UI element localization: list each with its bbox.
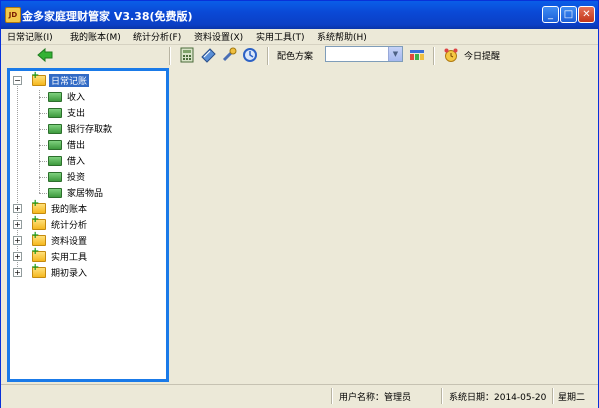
tree-node-label: 收入	[67, 93, 86, 103]
ledger-icon	[48, 108, 62, 118]
toolbar-separator	[267, 47, 269, 65]
tree-node-income[interactable]: 收入	[10, 89, 166, 105]
tree-connector	[39, 113, 47, 114]
tree-node-label: 期初录入	[51, 269, 88, 279]
back-arrow-icon[interactable]	[37, 47, 53, 63]
menu-bar: 日常记账(I) 我的账本(M) 统计分析(F) 资料设置(X) 实用工具(T) …	[1, 29, 598, 45]
main-content-area	[173, 68, 597, 382]
tree-node-expense[interactable]: 支出	[10, 105, 166, 121]
menu-statistics[interactable]: 统计分析(F)	[133, 30, 181, 43]
folder-icon: +	[31, 263, 46, 278]
tree-node-daily-accounting[interactable]: − + 日常记账	[10, 71, 166, 89]
folder-icon: +	[31, 231, 46, 246]
ledger-icon	[48, 140, 62, 150]
status-separator	[552, 388, 554, 404]
app-window: JD 金多家庭理财管家 V3.38(免费版) _ □ ✕ 日常记账(I) 我的账…	[0, 0, 599, 408]
tree-node-label: 我的账本	[51, 205, 88, 215]
status-user: 用户名称：管理员	[339, 393, 412, 403]
tree-connector	[39, 177, 47, 178]
tree-node-bank[interactable]: 银行存取款	[10, 121, 166, 137]
tree-node-label: 家居物品	[67, 189, 104, 199]
expand-icon[interactable]: +	[13, 268, 22, 277]
menu-my-ledger[interactable]: 我的账本(M)	[70, 30, 121, 43]
tools-icon[interactable]	[221, 47, 237, 63]
maximize-button[interactable]: □	[560, 6, 577, 23]
tree-node-label: 借出	[67, 141, 86, 151]
folder-icon: +	[31, 71, 46, 86]
notebook-icon[interactable]	[200, 47, 216, 63]
ledger-icon	[48, 188, 62, 198]
folder-icon: +	[31, 199, 46, 214]
expand-icon[interactable]: +	[13, 252, 22, 261]
today-reminder-label[interactable]: 今日提醒	[464, 49, 500, 62]
menu-daily-accounting[interactable]: 日常记账(I)	[7, 30, 53, 43]
tree-connector	[39, 129, 47, 130]
color-scheme-label: 配色方案	[277, 52, 314, 62]
folder-icon: +	[31, 247, 46, 262]
tree-connector	[39, 161, 47, 162]
title-bar[interactable]: JD 金多家庭理财管家 V3.38(免费版) _ □ ✕	[1, 1, 598, 29]
tree-node-lend[interactable]: 借出	[10, 137, 166, 153]
window-title: 金多家庭理财管家 V3.38(免费版)	[22, 10, 193, 23]
status-date: 系统日期：2014-05-20	[449, 393, 547, 403]
tree-node-opening-entry[interactable]: + + 期初录入	[10, 263, 166, 281]
minimize-button[interactable]: _	[542, 6, 559, 23]
ledger-icon	[48, 92, 62, 102]
status-separator	[441, 388, 443, 404]
tree-node-invest[interactable]: 投资	[10, 169, 166, 185]
calculator-icon[interactable]	[179, 47, 195, 63]
tree-node-borrow[interactable]: 借入	[10, 153, 166, 169]
tree-node-label: 借入	[67, 157, 86, 167]
status-weekday: 星期二	[558, 393, 586, 403]
tree-node-label: 统计分析	[51, 221, 88, 231]
tree-node-label: 银行存取款	[67, 125, 113, 135]
toolbar: 配色方案 ▼ 今日提醒	[1, 45, 598, 67]
menu-data-settings[interactable]: 资料设置(X)	[194, 30, 243, 43]
status-separator	[331, 388, 333, 404]
tree-connector	[39, 97, 47, 98]
tree-node-label: 日常记账	[49, 74, 90, 87]
tree-connector	[39, 193, 47, 194]
color-scheme-select[interactable]: ▼	[325, 46, 403, 62]
tree-node-label: 支出	[67, 109, 86, 119]
chevron-down-icon[interactable]: ▼	[388, 47, 402, 61]
expand-icon[interactable]: +	[13, 204, 22, 213]
menu-help[interactable]: 系统帮助(H)	[317, 30, 367, 43]
refresh-icon[interactable]	[242, 47, 258, 63]
palette-icon[interactable]	[409, 47, 425, 63]
ledger-icon	[48, 172, 62, 182]
menu-tools[interactable]: 实用工具(T)	[256, 30, 305, 43]
close-button[interactable]: ✕	[578, 6, 595, 23]
tree-node-label: 资料设置	[51, 237, 88, 247]
ledger-icon	[48, 156, 62, 166]
tree-connector	[39, 145, 47, 146]
navigation-tree: − + 日常记账 收入 支出 银行存取款 借出 借入 投资 家居物品 + + 我…	[7, 68, 169, 382]
expand-icon[interactable]: +	[13, 236, 22, 245]
toolbar-separator	[169, 47, 171, 65]
alarm-clock-icon[interactable]	[443, 47, 459, 63]
status-bar: 用户名称：管理员 系统日期：2014-05-20 星期二	[1, 384, 598, 408]
ledger-icon	[48, 124, 62, 134]
toolbar-separator	[433, 47, 435, 65]
collapse-icon[interactable]: −	[13, 76, 22, 85]
app-logo-icon: JD	[5, 7, 21, 23]
tree-node-label: 实用工具	[51, 253, 88, 263]
tree-node-label: 投资	[67, 173, 86, 183]
expand-icon[interactable]: +	[13, 220, 22, 229]
folder-icon: +	[31, 215, 46, 230]
